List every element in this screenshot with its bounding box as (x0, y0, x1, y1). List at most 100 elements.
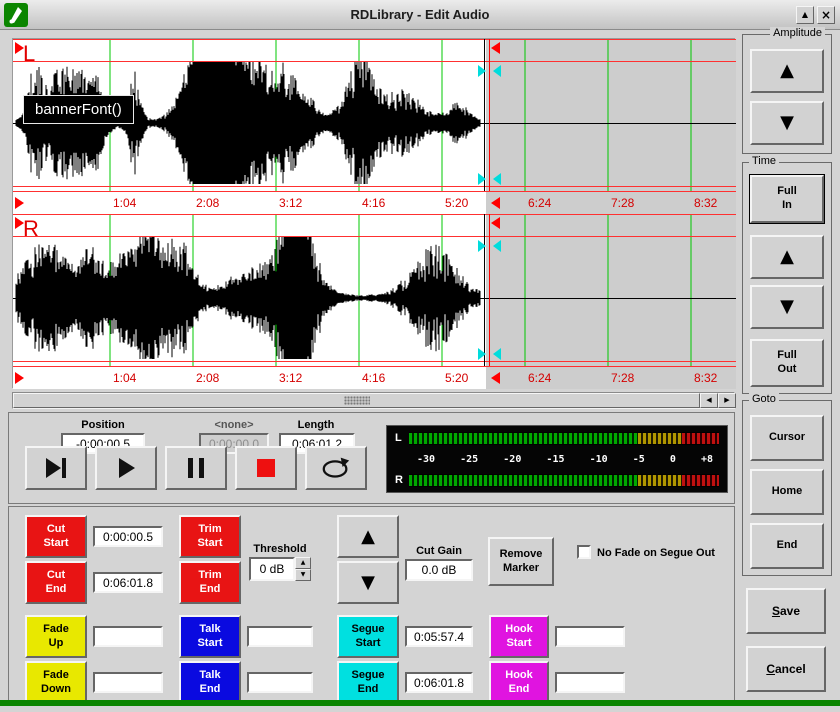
talk-start-button[interactable]: Talk Start (179, 615, 241, 658)
length-label: Length (266, 419, 366, 431)
threshold-spin-up-button[interactable]: ▲ (295, 557, 311, 569)
zoom-in-button[interactable]: ▲ (750, 235, 824, 279)
loop-icon (320, 454, 352, 482)
cancel-button[interactable]: Cancel (746, 646, 826, 692)
pause-button[interactable] (165, 446, 227, 490)
goto-cursor-button[interactable]: Cursor (750, 415, 824, 461)
cart-banner: bannerFont() (23, 95, 134, 124)
shade-icon: ▲ (802, 11, 808, 19)
full-out-button[interactable]: Full Out (750, 339, 824, 387)
segue-start-button[interactable]: Segue Start (337, 615, 399, 658)
segue-end-button[interactable]: Segue End (337, 661, 399, 704)
cancel-label: Cancel (766, 662, 805, 677)
threshold-field[interactable] (249, 557, 295, 581)
threshold-label: Threshold (245, 543, 315, 555)
goto-end-button[interactable]: End (750, 523, 824, 569)
gain-down-button[interactable]: ▼ (337, 561, 399, 604)
shade-button[interactable]: ▲ (796, 6, 814, 24)
talk-end-label: Talk End (181, 669, 239, 697)
fade-down-button[interactable]: Fade Down (25, 661, 87, 704)
trim-end-button[interactable]: Trim End (179, 561, 241, 604)
threshold-spin-down-button[interactable]: ▼ (295, 569, 311, 581)
time-label: 2:08 (196, 371, 219, 385)
audio-meter: L -30-25-20-15-10-50+8 R (386, 425, 728, 493)
fade-up-button[interactable]: Fade Up (25, 615, 87, 658)
edit-audio-window: RDLibrary - Edit Audio ▲ × 1:042:083:124… (0, 0, 840, 712)
talk-end-button[interactable]: Talk End (179, 661, 241, 704)
full-in-button[interactable]: Full In (750, 175, 824, 223)
time-label: 5:20 (445, 196, 468, 210)
position-label: Position (53, 419, 153, 431)
meter-scale: -30-25-20-15-10-50+8 (395, 452, 719, 466)
cut-end-field[interactable] (93, 572, 163, 593)
trim-end-label: Trim End (181, 569, 239, 597)
threshold-spinbox[interactable]: ▲ ▼ (249, 557, 311, 581)
time-label: 7:28 (611, 371, 634, 385)
meter-bar-right (409, 474, 719, 487)
play-from-start-button[interactable] (25, 446, 87, 490)
window-bottom-edge (0, 700, 840, 706)
scrollbar-thumb[interactable] (13, 393, 700, 408)
cut-start-marker (15, 372, 24, 384)
gain-up-button[interactable]: ▲ (337, 515, 399, 558)
close-icon: × (821, 9, 831, 21)
trim-start-button[interactable]: Trim Start (179, 515, 241, 558)
zoom-out-button[interactable]: ▼ (750, 285, 824, 329)
hook-end-button[interactable]: Hook End (489, 661, 549, 704)
spin-down-icon: ▼ (301, 572, 306, 578)
hook-start-field[interactable] (555, 626, 625, 647)
remove-marker-button[interactable]: Remove Marker (488, 537, 554, 586)
meter-left-label: L (395, 432, 409, 444)
play-button[interactable] (95, 446, 157, 490)
meter-right-label: R (395, 474, 409, 486)
amplitude-group-label: Amplitude (770, 27, 825, 39)
waveform-right-channel[interactable] (13, 214, 736, 366)
right-channel-label: R (23, 216, 39, 242)
no-fade-label: No Fade on Segue Out (597, 547, 715, 559)
segue-end-field[interactable] (405, 672, 473, 693)
cut-start-button[interactable]: Cut Start (25, 515, 87, 558)
scrollbar-grip (344, 396, 370, 405)
scroll-right-button[interactable]: ▶ (718, 393, 736, 408)
time-label: 8:32 (694, 371, 717, 385)
goto-home-button[interactable]: Home (750, 469, 824, 515)
amplitude-up-button[interactable]: ▲ (750, 49, 824, 93)
left-channel-label: L (23, 41, 35, 67)
fade-down-label: Fade Down (27, 669, 85, 697)
save-button[interactable]: Save (746, 588, 826, 634)
hook-start-button[interactable]: Hook Start (489, 615, 549, 658)
timeline-row-left: 1:042:083:124:165:206:247:288:32 (13, 191, 736, 214)
fade-up-label: Fade Up (27, 623, 85, 651)
down-arrow-icon: ▼ (780, 114, 794, 132)
cut-start-field[interactable] (93, 526, 163, 547)
stop-button[interactable] (235, 446, 297, 490)
goto-group: Goto Cursor Home End (742, 400, 832, 576)
time-label: 3:12 (279, 196, 302, 210)
waveform-scrollbar[interactable]: ◀ ▶ (12, 392, 735, 409)
talk-start-field[interactable] (247, 626, 313, 647)
down-arrow-icon: ▼ (361, 574, 375, 592)
amplitude-down-button[interactable]: ▼ (750, 101, 824, 145)
no-fade-checkbox[interactable] (577, 545, 591, 559)
titlebar[interactable]: RDLibrary - Edit Audio ▲ × (0, 0, 840, 30)
cut-end-marker (491, 197, 500, 209)
hook-end-label: Hook End (491, 669, 547, 697)
time-label: 1:04 (113, 371, 136, 385)
trim-start-label: Trim Start (181, 523, 239, 551)
cut-gain-field[interactable] (405, 559, 473, 581)
talk-end-field[interactable] (247, 672, 313, 693)
down-arrow-icon: ▼ (780, 298, 794, 316)
close-button[interactable]: × (817, 6, 835, 24)
hook-end-field[interactable] (555, 672, 625, 693)
fade-down-field[interactable] (93, 672, 163, 693)
cut-gain-label: Cut Gain (401, 545, 477, 557)
cut-end-button[interactable]: Cut End (25, 561, 87, 604)
time-label: 7:28 (611, 196, 634, 210)
sidebar: Amplitude ▲ ▼ Time Full In ▲ ▼ Full Out … (738, 30, 836, 706)
segue-start-field[interactable] (405, 626, 473, 647)
fade-up-field[interactable] (93, 626, 163, 647)
loop-button[interactable] (305, 446, 367, 490)
scroll-left-button[interactable]: ◀ (700, 393, 718, 408)
waveform-display[interactable]: 1:042:083:124:165:206:247:288:32 1:04 2:0… (12, 38, 735, 388)
segue-end-label: Segue End (339, 669, 397, 697)
